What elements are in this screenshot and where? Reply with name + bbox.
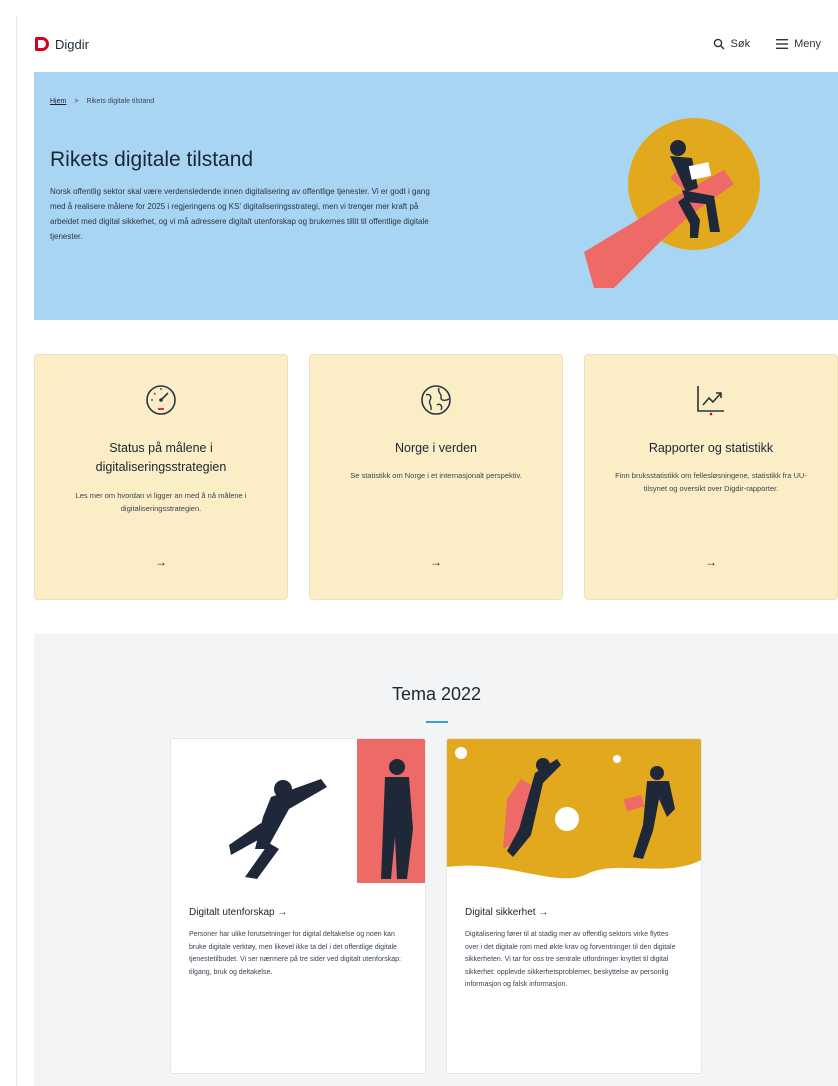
hamburger-icon [776,39,789,49]
breadcrumb: Hjem > Rikets digitale tilstand [50,98,154,105]
hero-intro-text: Norsk offentlig sektor skal være verdens… [50,187,430,241]
search-label: Søk [730,38,751,50]
feature-cards: Status på målene i digitaliseringsstrate… [34,354,838,600]
title-underline [425,721,448,723]
tema-title: Tema 2022 [391,684,482,704]
utenforskap-illustration [171,739,425,883]
globe-icon [421,385,451,415]
arrow-right-icon: → [430,555,442,569]
card-title: Status på målene i digitaliseringsstrate… [95,441,227,474]
card-text: Les mer om hvordan vi ligger an med å nå… [75,491,247,513]
tema-card-sikkerhet[interactable]: Digital sikkerhet → Digitalisering fører… [446,738,702,1074]
menu-label: Meny [794,38,821,50]
tema-card-text: Digitalisering fører til at stadig mer a… [465,931,676,988]
card-title: Rapporter og statistikk [648,441,774,455]
search-button[interactable]: Søk [713,38,751,50]
breadcrumb-separator: > [74,98,79,105]
breadcrumb-current: Rikets digitale tilstand [86,98,155,105]
card-rapporter[interactable]: Rapporter og statistikk Finn bruksstatis… [584,354,838,600]
search-icon [713,38,725,50]
tema-card-title: Digital sikkerhet → [465,907,549,918]
card-text: Finn bruksstatistikk om fellesløsningene… [615,471,807,493]
hero-illustration [584,118,760,288]
digdir-logo-icon [35,37,49,51]
arrow-right-icon: → [705,555,717,569]
digdir-logo[interactable]: Digdir [35,37,89,52]
site-header: Digdir Søk Meny [17,16,838,72]
sikkerhet-illustration [447,739,701,883]
arrow-right-icon: → [155,555,167,569]
tema-section: Tema 2022 Digitalt utenforskap → Persone… [34,634,838,1086]
chart-trend-icon [697,386,724,416]
card-title: Norge i verden [395,441,477,455]
tema-card-title: Digitalt utenforskap → [189,907,288,918]
hero-banner: Hjem > Rikets digitale tilstand Rikets d… [34,72,838,320]
logo-text: Digdir [55,36,89,52]
tema-card-utenforskap[interactable]: Digitalt utenforskap → Personer har ulik… [170,738,426,1074]
card-text: Se statistikk om Norge i et internasjona… [350,471,522,480]
card-status[interactable]: Status på målene i digitaliseringsstrate… [34,354,288,600]
gauge-icon [146,385,176,415]
breadcrumb-home-link[interactable]: Hjem [50,98,66,105]
menu-button[interactable]: Meny [776,38,821,50]
tema-card-text: Personer har ulike forutsetninger for di… [189,931,401,976]
browser-frame: Digdir Søk Meny Hjem > Rikets digitale t… [16,16,838,1086]
card-norge-i-verden[interactable]: Norge i verden Se statistikk om Norge i … [309,354,563,600]
page-title: Rikets digitale tilstand [50,148,254,171]
